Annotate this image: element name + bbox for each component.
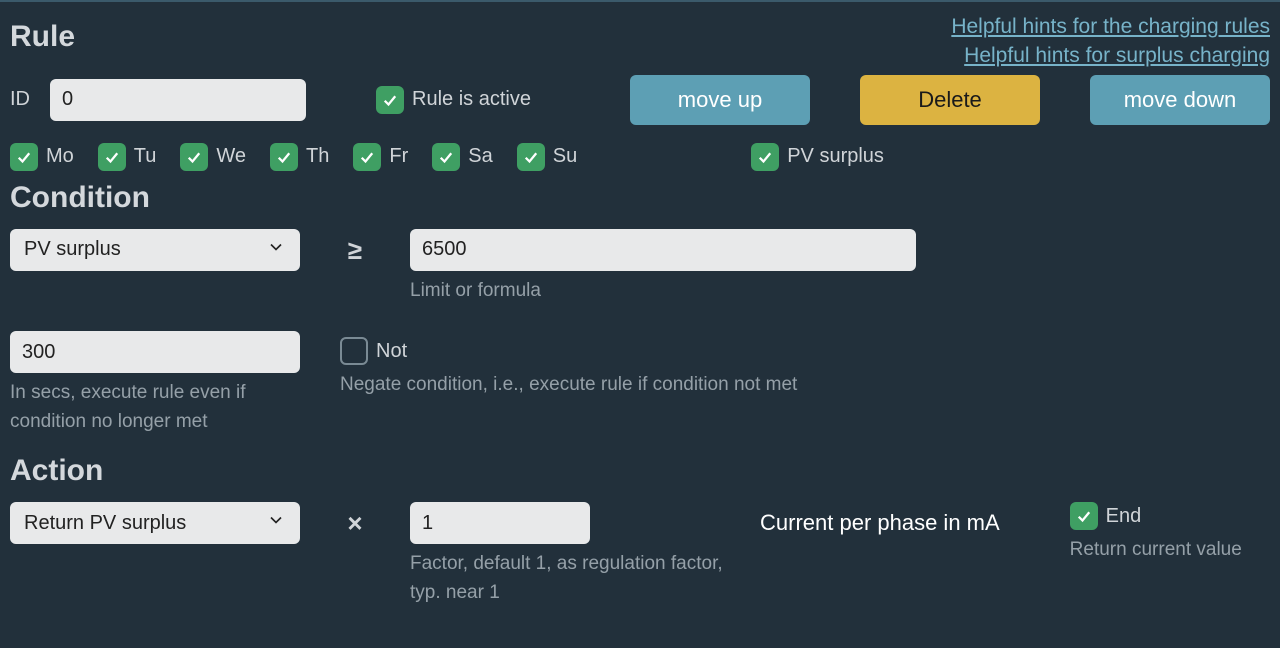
id-input[interactable] bbox=[50, 79, 306, 121]
hint-charging-rules-link[interactable]: Helpful hints for the charging rules bbox=[951, 12, 1270, 41]
delay-input[interactable] bbox=[10, 331, 300, 373]
day-tu-label: Tu bbox=[134, 145, 157, 168]
condition-select[interactable]: PV surplus bbox=[10, 229, 300, 271]
id-label: ID bbox=[10, 88, 30, 111]
check-icon bbox=[185, 148, 203, 166]
day-mo-label: Mo bbox=[46, 145, 74, 168]
day-th-checkbox[interactable] bbox=[270, 143, 298, 171]
condition-title: Condition bbox=[10, 181, 1270, 215]
move-up-button[interactable]: move up bbox=[630, 75, 810, 125]
day-sa-checkbox[interactable] bbox=[432, 143, 460, 171]
day-su-checkbox[interactable] bbox=[517, 143, 545, 171]
end-checkbox[interactable] bbox=[1070, 502, 1098, 530]
action-title: Action bbox=[10, 454, 1270, 488]
check-icon bbox=[437, 148, 455, 166]
check-icon bbox=[275, 148, 293, 166]
hints-block: Helpful hints for the charging rules Hel… bbox=[951, 12, 1270, 71]
end-label: End bbox=[1106, 505, 1142, 528]
day-tu-checkbox[interactable] bbox=[98, 143, 126, 171]
hint-surplus-charging-link[interactable]: Helpful hints for surplus charging bbox=[951, 41, 1270, 70]
not-helper: Negate condition, i.e., execute rule if … bbox=[340, 371, 797, 400]
condition-select-value: PV surplus bbox=[24, 238, 121, 261]
not-label: Not bbox=[376, 340, 407, 363]
day-we-label: We bbox=[216, 145, 246, 168]
rule-active-label: Rule is active bbox=[412, 88, 531, 111]
check-icon bbox=[381, 91, 399, 109]
day-sa-label: Sa bbox=[468, 145, 492, 168]
chevron-down-icon bbox=[266, 510, 286, 536]
factor-input[interactable] bbox=[410, 502, 590, 544]
day-we-checkbox[interactable] bbox=[180, 143, 208, 171]
delete-button[interactable]: Delete bbox=[860, 75, 1040, 125]
chevron-down-icon bbox=[266, 237, 286, 263]
action-select[interactable]: Return PV surplus bbox=[10, 502, 300, 544]
pv-surplus-checkbox[interactable] bbox=[751, 143, 779, 171]
end-helper: Return current value bbox=[1070, 536, 1242, 565]
day-fr-checkbox[interactable] bbox=[353, 143, 381, 171]
page-title: Rule bbox=[10, 20, 75, 54]
factor-helper: Factor, default 1, as regulation factor,… bbox=[410, 550, 730, 607]
check-icon bbox=[1075, 507, 1093, 525]
unit-label: Current per phase in mA bbox=[760, 510, 1000, 536]
day-mo-checkbox[interactable] bbox=[10, 143, 38, 171]
delay-helper: In secs, execute rule even if condition … bbox=[10, 379, 290, 436]
day-fr-label: Fr bbox=[389, 145, 408, 168]
pv-surplus-label: PV surplus bbox=[787, 145, 884, 168]
condition-operator: ≥ bbox=[330, 235, 380, 266]
move-down-button[interactable]: move down bbox=[1090, 75, 1270, 125]
rule-active-checkbox[interactable] bbox=[376, 86, 404, 114]
check-icon bbox=[522, 148, 540, 166]
check-icon bbox=[103, 148, 121, 166]
check-icon bbox=[15, 148, 33, 166]
action-select-value: Return PV surplus bbox=[24, 512, 186, 535]
day-th-label: Th bbox=[306, 145, 329, 168]
limit-helper: Limit or formula bbox=[410, 277, 916, 306]
check-icon bbox=[358, 148, 376, 166]
not-checkbox[interactable] bbox=[340, 337, 368, 365]
check-icon bbox=[756, 148, 774, 166]
day-su-label: Su bbox=[553, 145, 577, 168]
action-operator: × bbox=[330, 508, 380, 539]
limit-input[interactable] bbox=[410, 229, 916, 271]
